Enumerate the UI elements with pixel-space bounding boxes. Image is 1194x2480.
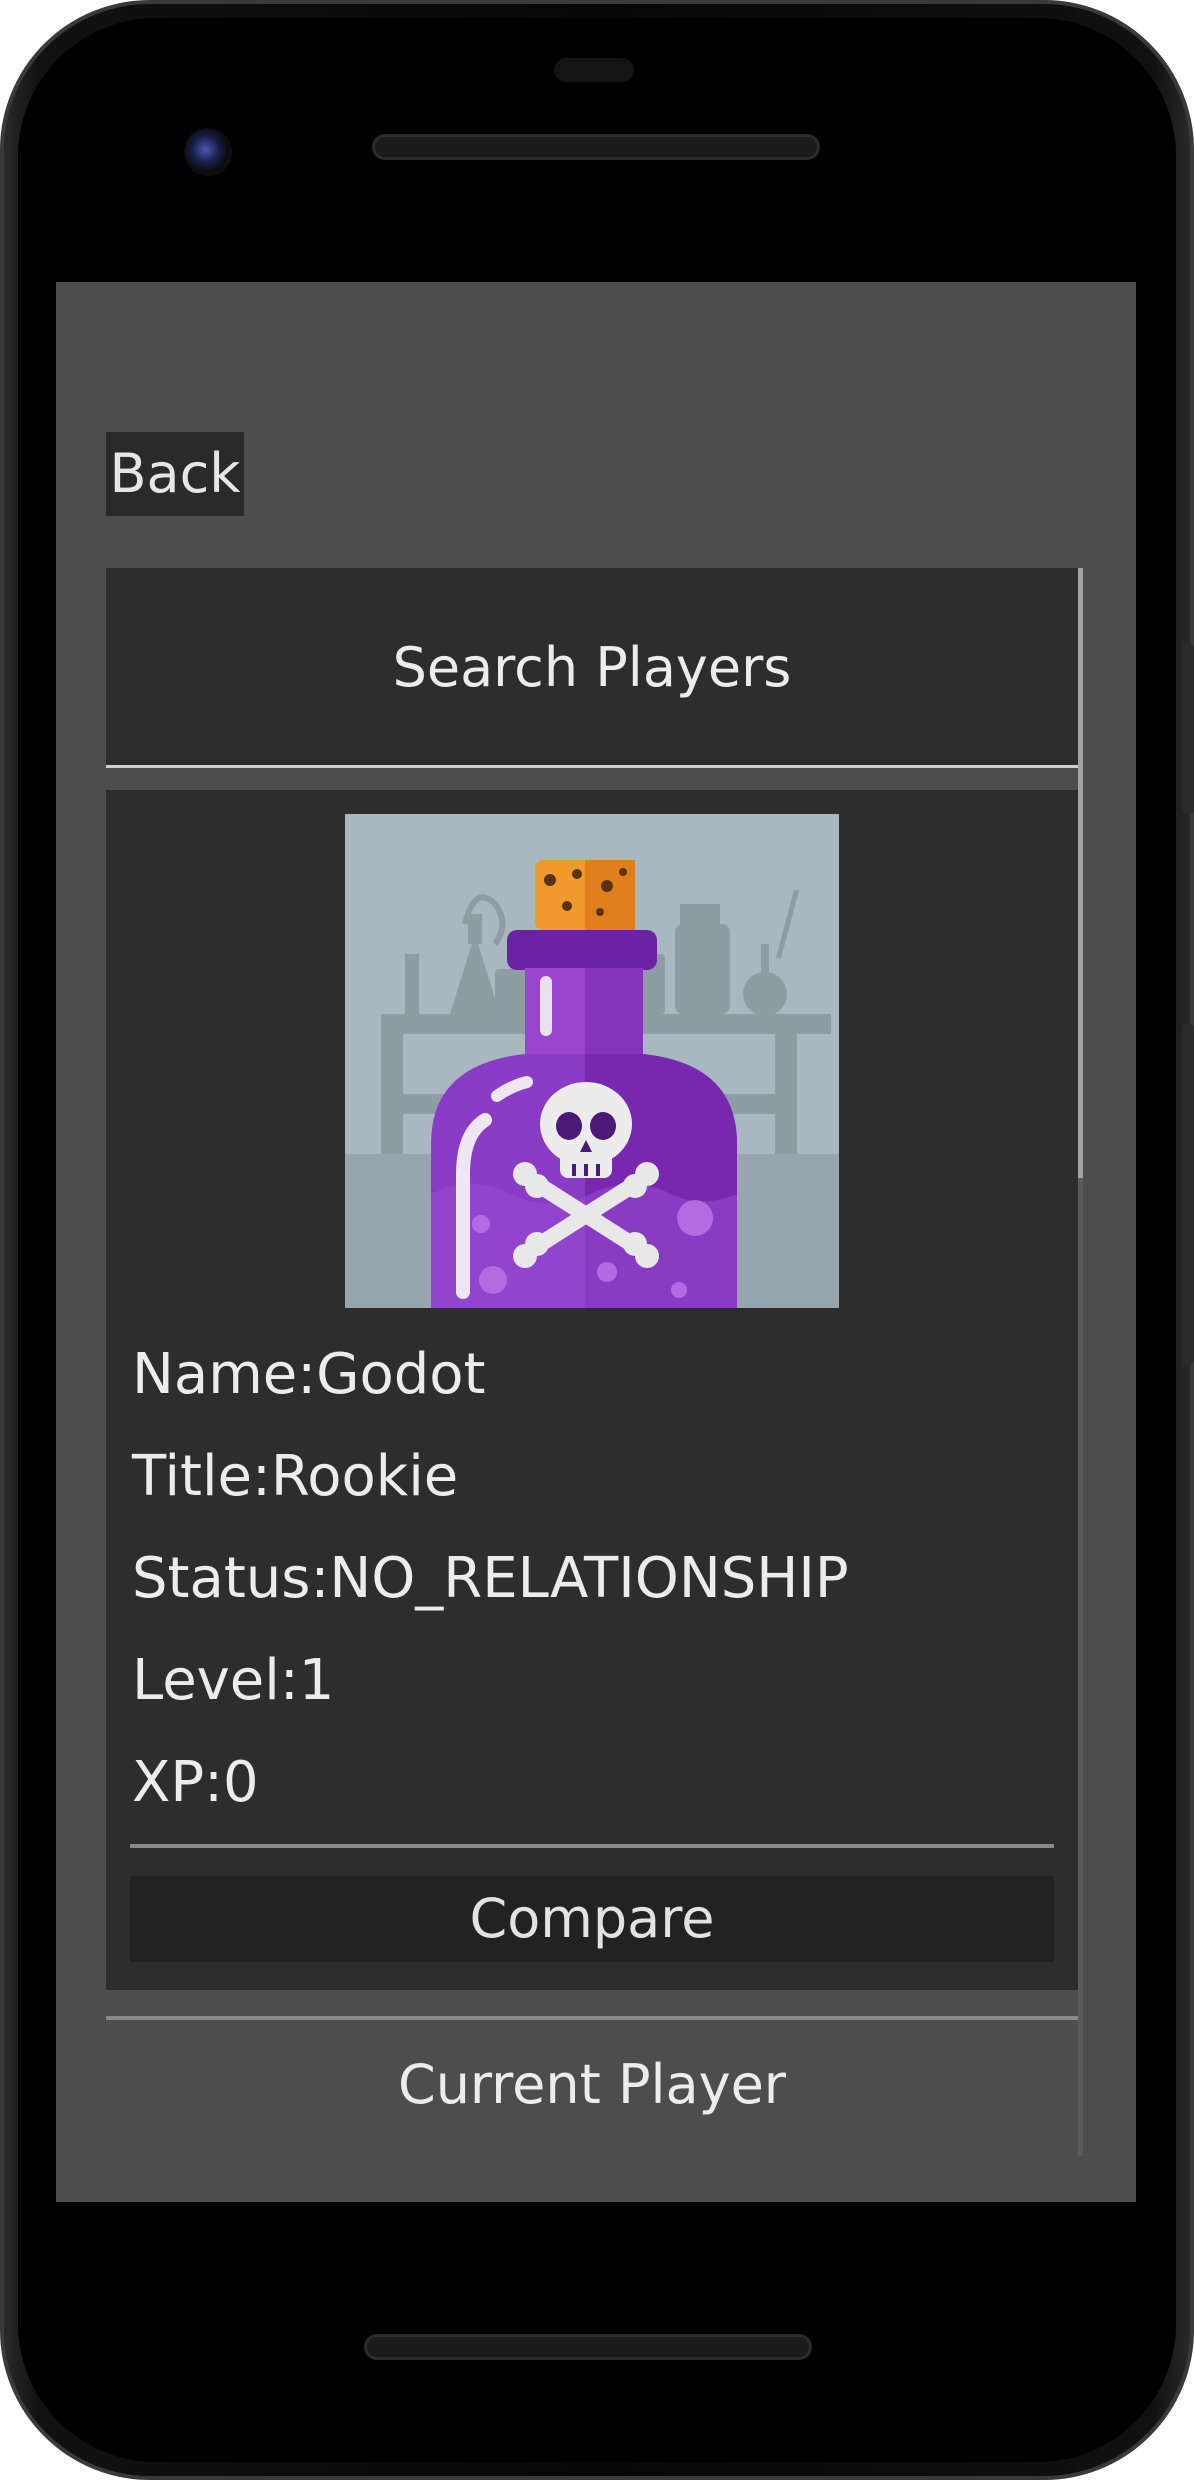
search-players-header[interactable]: Search Players <box>106 568 1078 768</box>
player-name-row: Name:Godot <box>132 1340 486 1410</box>
compare-button[interactable]: Compare <box>130 1876 1054 1962</box>
top-sensor <box>554 58 634 82</box>
search-players-panel: Search Players Name:Godot Title:Rookie S… <box>106 568 1078 2156</box>
card-divider <box>130 1844 1054 1848</box>
player-card: Name:Godot Title:Rookie Status:NO_RELATI… <box>106 790 1078 1990</box>
level-label: Level: <box>132 1648 299 1713</box>
player-xp-row: XP:0 <box>132 1748 259 1818</box>
title-label: Title: <box>132 1444 271 1509</box>
earpiece-speaker <box>372 134 820 160</box>
player-level-row: Level:1 <box>132 1646 334 1716</box>
status-label: Status: <box>132 1546 330 1611</box>
app-screen: Back Search Players Name:Godot Title:Roo… <box>56 282 1136 2202</box>
player-title: Rookie <box>270 1444 459 1509</box>
player-xp: 0 <box>223 1750 259 1815</box>
power-button <box>1182 644 1194 814</box>
xp-label: XP: <box>132 1750 223 1815</box>
front-camera-icon <box>184 128 232 176</box>
current-player-button[interactable]: Current Player <box>106 2020 1078 2150</box>
name-label: Name: <box>132 1342 317 1407</box>
volume-button <box>1182 1024 1194 1364</box>
player-level: 1 <box>298 1648 335 1713</box>
player-status: NO_RELATIONSHIP <box>329 1546 849 1611</box>
player-title-row: Title:Rookie <box>132 1442 458 1512</box>
back-button[interactable]: Back <box>106 432 244 516</box>
player-status-row: Status:NO_RELATIONSHIP <box>132 1544 849 1614</box>
scrollbar-thumb[interactable] <box>1078 568 1083 1178</box>
phone-frame: Back Search Players Name:Godot Title:Roo… <box>0 0 1194 2480</box>
player-name: Godot <box>316 1342 486 1407</box>
poison-bottle-icon <box>345 814 839 1308</box>
bottom-speaker <box>364 2334 812 2360</box>
